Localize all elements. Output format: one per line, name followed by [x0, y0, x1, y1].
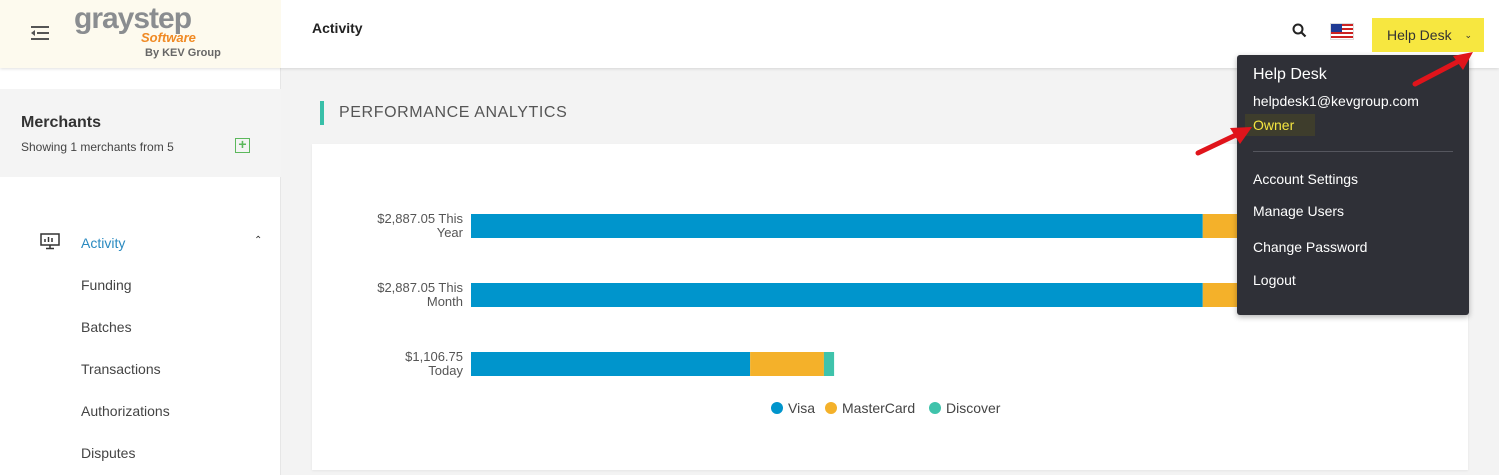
legend-label: Discover: [946, 400, 1001, 416]
legend-label: MasterCard: [842, 400, 915, 416]
chevron-down-icon: ⌄: [1464, 30, 1472, 40]
dropdown-manage-users[interactable]: Manage Users: [1253, 203, 1344, 219]
sidebar-item-batches[interactable]: Batches: [81, 319, 132, 335]
graystep-logo[interactable]: graystep Software By KEV Group: [74, 2, 234, 62]
merchants-panel: Merchants Showing 1 merchants from 5 +: [0, 89, 281, 177]
sidebar: Merchants Showing 1 merchants from 5 + A…: [0, 68, 281, 475]
user-menu-label: Help Desk: [1387, 27, 1452, 43]
y-tick-label: $1,106.75: [405, 349, 463, 364]
sidebar-item-activity[interactable]: Activity ⌃: [0, 228, 281, 258]
merchants-count: Showing 1 merchants from 5: [21, 140, 174, 154]
chevron-up-icon: ⌃: [254, 235, 263, 246]
brand-area: graystep Software By KEV Group: [0, 0, 281, 68]
bar-discover: [823, 352, 835, 376]
chart-monitor-icon: [40, 233, 60, 250]
section-accent-bar: [320, 101, 324, 125]
dropdown-change-password[interactable]: Change Password: [1253, 239, 1367, 255]
y-tick-label: $2,887.05 This: [377, 280, 463, 295]
legend-marker: [771, 402, 783, 414]
logo-byline: By KEV Group: [145, 47, 221, 59]
add-merchant-icon[interactable]: +: [235, 137, 250, 153]
y-tick-label: Today: [428, 363, 463, 378]
annotation-arrow-icon: [1195, 127, 1252, 156]
bar-visa: [471, 352, 751, 376]
bar-visa: [471, 214, 1203, 238]
y-tick-label: Year: [437, 225, 464, 240]
sidebar-item-disputes[interactable]: Disputes: [81, 445, 135, 461]
bar-visa: [471, 283, 1203, 307]
y-tick-label: $2,887.05 This: [377, 211, 463, 226]
menu-toggle-icon[interactable]: [31, 25, 49, 41]
legend-marker: [929, 402, 941, 414]
dropdown-account-settings[interactable]: Account Settings: [1253, 171, 1358, 187]
merchants-title: Merchants: [21, 114, 102, 131]
sidebar-item-authorizations[interactable]: Authorizations: [81, 403, 170, 419]
y-tick-label: Month: [427, 294, 463, 309]
dropdown-user-name: Help Desk: [1253, 66, 1327, 83]
legend-marker: [825, 402, 837, 414]
sidebar-item-transactions[interactable]: Transactions: [81, 361, 161, 377]
bar-mastercard: [750, 352, 824, 376]
dropdown-logout[interactable]: Logout: [1253, 272, 1296, 288]
section-title: PERFORMANCE ANALYTICS: [339, 104, 568, 121]
search-icon[interactable]: [1291, 22, 1309, 40]
dropdown-divider: [1253, 151, 1453, 152]
sidebar-item-activity-label: Activity: [81, 235, 126, 251]
user-dropdown-menu: Help Desk helpdesk1@kevgroup.com Owner A…: [1237, 55, 1469, 315]
page-title: Activity: [312, 20, 363, 36]
user-menu-button[interactable]: Help Desk ⌄: [1372, 18, 1484, 52]
logo-subtext: Software: [141, 30, 196, 45]
dropdown-user-email: helpdesk1@kevgroup.com: [1253, 93, 1419, 109]
annotation-arrow-icon: [1412, 52, 1473, 87]
legend-label: Visa: [788, 400, 815, 416]
sidebar-item-funding[interactable]: Funding: [81, 277, 132, 293]
us-flag-icon[interactable]: [1330, 23, 1354, 40]
